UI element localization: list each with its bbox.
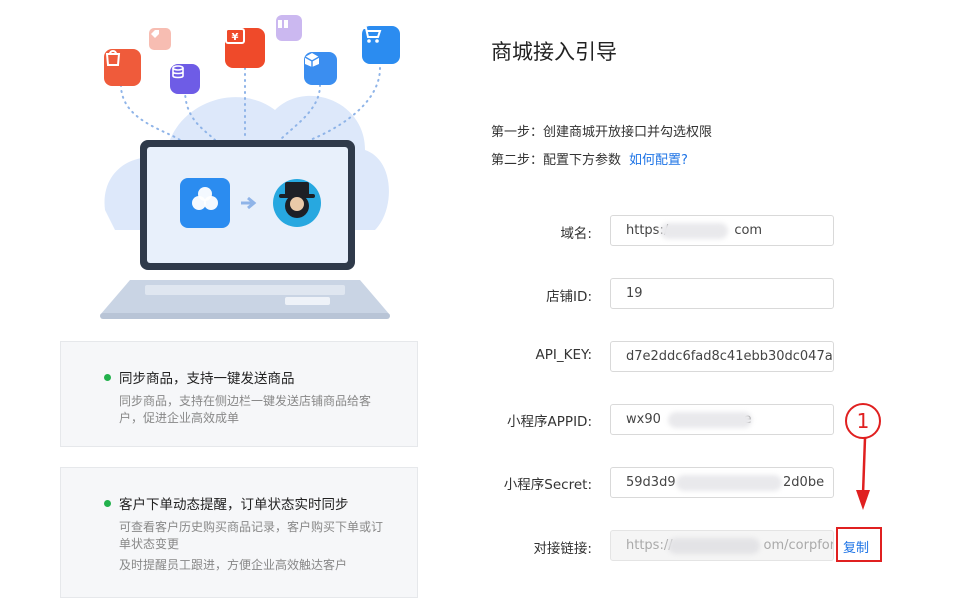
- mini-program-appid-label: 小程序APPID:: [507, 414, 592, 430]
- feature-card-sync: 同步商品，支持一键发送商品 同步商品，支持在侧边栏一键发送店铺商品给客户，促进企…: [60, 341, 418, 447]
- database-icon: [170, 64, 200, 94]
- copy-button[interactable]: 复制: [843, 537, 869, 556]
- status-dot: [104, 373, 111, 381]
- step-two: 第二步：配置下方参数 如何配置?: [491, 149, 688, 168]
- page-title: 商城接入引导: [491, 40, 617, 64]
- gift-icon: [276, 15, 302, 41]
- step-one: 第一步：创建商城开放接口并勾选权限: [491, 125, 713, 140]
- feature-desc: 及时提醒员工跟进，方便企业高效触达客户: [119, 558, 348, 572]
- redaction-mask: [676, 475, 782, 491]
- step-two-text: 第二步：配置下方参数: [491, 153, 622, 168]
- store-id-input[interactable]: [610, 278, 834, 309]
- redaction-mask: [660, 223, 728, 239]
- box-icon: [304, 52, 337, 85]
- redaction-mask: [668, 412, 752, 428]
- feature-title: 客户下单动态提醒，订单状态实时同步: [119, 497, 349, 513]
- store-id-label: 店铺ID:: [546, 289, 592, 305]
- step-callout-badge: 1: [845, 403, 881, 439]
- feature-title: 同步商品，支持一键发送商品: [119, 371, 295, 387]
- domain-label: 域名:: [560, 226, 592, 242]
- shopping-bag-icon: [104, 49, 141, 86]
- api-key-label: API_KEY:: [535, 347, 593, 363]
- cart-icon: [362, 26, 400, 64]
- ticket-icon: ¥: [225, 28, 265, 68]
- svg-text:¥: ¥: [232, 32, 239, 43]
- feature-desc: 同步商品，支持在侧边栏一键发送店铺商品给客户，促进企业高效成单: [119, 394, 372, 425]
- redaction-mask: [668, 538, 760, 554]
- annotation-arrow-icon: [856, 438, 870, 510]
- how-to-configure-link[interactable]: 如何配置?: [629, 153, 688, 168]
- integration-link-label: 对接链接:: [533, 541, 592, 557]
- status-dot: [104, 499, 111, 507]
- hero-illustration: ¥: [95, 10, 400, 325]
- tag-icon: [149, 28, 171, 50]
- feature-desc: 可查看客户历史购买商品记录，客户购买下单或订单状态变更: [119, 520, 384, 551]
- api-key-input[interactable]: [610, 341, 834, 372]
- feature-card-order: 客户下单动态提醒，订单状态实时同步 可查看客户历史购买商品记录，客户购买下单或订…: [60, 467, 418, 598]
- mini-program-secret-label: 小程序Secret:: [503, 477, 592, 493]
